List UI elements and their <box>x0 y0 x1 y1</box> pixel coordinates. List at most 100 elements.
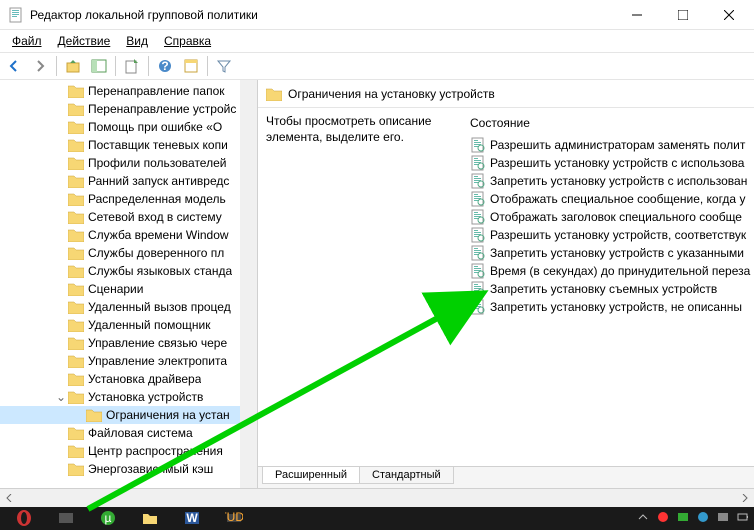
tree-item[interactable]: Распределенная модель <box>0 190 257 208</box>
policy-item[interactable]: Запретить установку устройств, не описан… <box>466 298 754 316</box>
tray-icon[interactable] <box>656 510 670 527</box>
tree-item[interactable]: Помощь при ошибке «О <box>0 118 257 136</box>
title-bar: Редактор локальной групповой политики <box>0 0 754 30</box>
detail-title: Ограничения на установку устройств <box>288 87 495 101</box>
scroll-left-arrow[interactable] <box>0 489 18 507</box>
tree-item[interactable]: Сценарии <box>0 280 257 298</box>
collapse-icon[interactable]: ⌄ <box>54 390 68 404</box>
tray-battery-icon[interactable] <box>736 510 750 527</box>
policy-label: Запретить установку съемных устройств <box>490 282 717 296</box>
folder-icon <box>68 372 84 386</box>
tree-item-label: Профили пользователей <box>88 156 226 170</box>
horizontal-scrollbar[interactable] <box>0 488 754 506</box>
tree-item-label: Помощь при ошибке «О <box>88 120 222 134</box>
tree-item[interactable]: Службы доверенного пл <box>0 244 257 262</box>
menu-view[interactable]: Вид <box>118 32 156 50</box>
toolbar: ? <box>0 52 754 80</box>
tab-extended[interactable]: Расширенный <box>262 467 360 484</box>
help-button[interactable]: ? <box>153 54 177 78</box>
taskbar-opera[interactable] <box>4 507 44 529</box>
menu-file[interactable]: Файл <box>4 32 50 50</box>
tray-icon[interactable] <box>696 510 710 527</box>
taskbar-studio[interactable]: STUDIO <box>214 507 254 529</box>
tray-icon[interactable] <box>676 510 690 527</box>
tab-standard[interactable]: Стандартный <box>359 467 454 484</box>
menu-help[interactable]: Справка <box>156 32 219 50</box>
policy-icon <box>470 137 486 153</box>
tree-item[interactable]: ⌄ Установка устройств <box>0 388 257 406</box>
policy-label: Отображать специальное сообщение, когда … <box>490 192 745 206</box>
tray-icon[interactable] <box>716 510 730 527</box>
tree-item[interactable]: Энергозависимый кэш <box>0 460 257 478</box>
menu-action[interactable]: Действие <box>50 32 119 50</box>
tree[interactable]: Перенаправление папок Перенаправление уст… <box>0 80 257 480</box>
folder-icon <box>68 84 84 98</box>
policy-item[interactable]: Запретить установку устройств с использо… <box>466 172 754 190</box>
tree-item[interactable]: Перенаправление устройс <box>0 100 257 118</box>
tree-item-label: Установка устройств <box>88 390 203 404</box>
tree-item[interactable]: Удаленный вызов процед <box>0 298 257 316</box>
policy-icon <box>470 245 486 261</box>
scroll-right-arrow[interactable] <box>736 489 754 507</box>
detail-description: Чтобы просмотреть описание элемента, выд… <box>266 114 466 488</box>
taskbar-word[interactable]: W <box>172 507 212 529</box>
forward-button[interactable] <box>28 54 52 78</box>
tree-item-label: Файловая система <box>88 426 193 440</box>
tree-item[interactable]: Установка драйвера <box>0 370 257 388</box>
menu-bar: Файл Действие Вид Справка <box>0 30 754 52</box>
tree-item-label: Сетевой вход в систему <box>88 210 222 224</box>
tree-item[interactable]: Перенаправление папок <box>0 82 257 100</box>
policy-item[interactable]: Запретить установку съемных устройств <box>466 280 754 298</box>
tree-item-label: Ранний запуск антивредс <box>88 174 229 188</box>
tree-item[interactable]: Службы языковых станда <box>0 262 257 280</box>
taskbar-item[interactable] <box>46 507 86 529</box>
policy-label: Запретить установку устройств, не описан… <box>490 300 742 314</box>
policy-item[interactable]: Запретить установку устройств с указанны… <box>466 244 754 262</box>
tree-item-label: Ограничения на устан <box>106 408 230 422</box>
tree-item[interactable]: Служба времени Window <box>0 226 257 244</box>
policy-label: Запретить установку устройств с использо… <box>490 174 747 188</box>
folder-icon <box>68 282 84 296</box>
policy-item[interactable]: Разрешить установку устройств, соответст… <box>466 226 754 244</box>
tree-item[interactable]: Центр распространения <box>0 442 257 460</box>
tree-item[interactable]: Поставщик теневых копи <box>0 136 257 154</box>
maximize-button[interactable] <box>660 0 706 30</box>
folder-icon <box>68 444 84 458</box>
filter-button[interactable] <box>212 54 236 78</box>
tree-item-label: Центр распространения <box>88 444 223 458</box>
properties-button[interactable] <box>179 54 203 78</box>
policy-item[interactable]: Время (в секундах) до принудительной пер… <box>466 262 754 280</box>
tray-up-icon[interactable] <box>636 510 650 527</box>
close-button[interactable] <box>706 0 752 30</box>
tree-item[interactable]: Удаленный помощник <box>0 316 257 334</box>
tree-item[interactable]: Управление связью чере <box>0 334 257 352</box>
folder-icon <box>68 102 84 116</box>
column-state-header[interactable]: Состояние <box>466 114 754 136</box>
policy-item[interactable]: Отображать заголовок специального сообще <box>466 208 754 226</box>
tree-item[interactable]: Ограничения на устан <box>0 406 257 424</box>
policy-item[interactable]: Разрешить установку устройств с использо… <box>466 154 754 172</box>
tree-item[interactable]: Ранний запуск антивредс <box>0 172 257 190</box>
vertical-scrollbar[interactable] <box>240 80 257 488</box>
show-hide-tree-button[interactable] <box>87 54 111 78</box>
policy-list: Состояние Разрешить администраторам заме… <box>466 114 754 488</box>
tree-item[interactable]: Профили пользователей <box>0 154 257 172</box>
policy-item[interactable]: Отображать специальное сообщение, когда … <box>466 190 754 208</box>
tree-item-label: Распределенная модель <box>88 192 226 206</box>
folder-icon <box>68 156 84 170</box>
tree-item-label: Сценарии <box>88 282 143 296</box>
policy-item[interactable]: Разрешить администраторам заменять полит <box>466 136 754 154</box>
tree-item[interactable]: Сетевой вход в систему <box>0 208 257 226</box>
up-button[interactable] <box>61 54 85 78</box>
tree-item-label: Перенаправление устройс <box>88 102 236 116</box>
tree-item[interactable]: Управление электропита <box>0 352 257 370</box>
taskbar-utorrent[interactable]: µ <box>88 507 128 529</box>
back-button[interactable] <box>2 54 26 78</box>
export-button[interactable] <box>120 54 144 78</box>
system-tray[interactable] <box>636 510 750 527</box>
folder-icon <box>68 246 84 260</box>
taskbar-explorer[interactable] <box>130 507 170 529</box>
minimize-button[interactable] <box>614 0 660 30</box>
tree-item[interactable]: Файловая система <box>0 424 257 442</box>
tree-item-label: Службы доверенного пл <box>88 246 224 260</box>
